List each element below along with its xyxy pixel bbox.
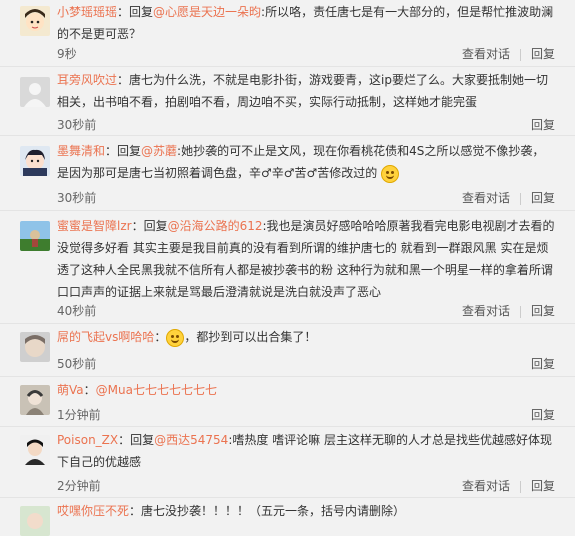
smile-emoji-icon [166, 328, 185, 347]
comment-text: 耳旁风吹过：唐七为什么洗，不就是电影扑街，游戏要青，这ip要烂了么。大家要抵制她… [57, 69, 555, 113]
avatar[interactable] [20, 221, 50, 251]
comment-prefix: ： [117, 73, 130, 87]
avatar[interactable] [20, 146, 50, 176]
comment-prefix: ：回复 [118, 433, 155, 447]
comment-username[interactable]: 萌Va [57, 383, 84, 397]
comment-item: 哎嘿你压不死：唐七没抄袭！！！！（五元一条，括号内请删除） [0, 498, 575, 536]
comment-text: 小梦瑶瑶瑶：回复@心愿是天边一朵昀:所以咯，责任唐七是有一大部分的，但是帮忙推波… [57, 1, 555, 45]
comment-username[interactable]: 墨舞清和 [57, 144, 105, 158]
comment-item: 墨舞清和：回复@苏蘑:她抄袭的可不止是文风，现在你看桃花债和4S之所以感觉不像抄… [0, 136, 575, 211]
comment-item: Poison_ZX：回复@西达54754:嗜热度 嗜评论嘛 层主这样无聊的人才总… [0, 427, 575, 498]
avatar[interactable] [20, 385, 50, 415]
comment-text: 萌Va：@Mua七七七七七七七 [57, 379, 555, 401]
comment-text: 屌的飞起vs啊哈哈： ，都抄到可以出合集了！ [57, 326, 555, 348]
reply-link[interactable]: 回复 [531, 47, 555, 61]
reply-link[interactable]: 回复 [531, 118, 555, 132]
comment-time: 9秒 [57, 47, 77, 61]
divider [519, 48, 521, 61]
comment-item: 屌的飞起vs啊哈哈： ，都抄到可以出合集了！ 50秒前 回复 [0, 324, 575, 377]
comment-content: 唐七没抄袭！！！！（五元一条，括号内请删除） [141, 504, 406, 518]
comment-time: 30秒前 [57, 118, 97, 132]
comment-prefix: ： [154, 330, 167, 344]
comment-username[interactable]: 小梦瑶瑶瑶 [57, 5, 117, 19]
comment-text: 哎嘿你压不死：唐七没抄袭！！！！（五元一条，括号内请删除） [57, 500, 555, 522]
avatar[interactable] [20, 77, 50, 107]
view-conversation-link[interactable]: 查看对话 [462, 47, 510, 61]
comment-mention[interactable]: @苏蘑 [141, 144, 177, 158]
view-conversation-link[interactable]: 查看对话 [462, 479, 510, 493]
comment-item: 萌Va：@Mua七七七七七七七 1分钟前 回复 [0, 377, 575, 427]
divider [519, 192, 521, 205]
reply-link[interactable]: 回复 [531, 191, 555, 205]
comment-username[interactable]: 蜜蜜是智障lzr [57, 219, 132, 233]
reply-link[interactable]: 回复 [531, 357, 555, 371]
comment-actions: 回复 [531, 406, 555, 423]
avatar[interactable] [20, 332, 50, 362]
reply-link[interactable]: 回复 [531, 479, 555, 493]
avatar[interactable] [20, 506, 50, 536]
comment-prefix: ：回复 [131, 219, 168, 233]
comment-content: 唐七为什么洗，不就是电影扑街，游戏要青，这ip要烂了么。大家要抵制她一切相关，出… [57, 73, 548, 109]
comment-actions: 查看对话 回复 [462, 45, 555, 62]
comment-time: 30秒前 [57, 191, 97, 205]
comment-actions: 查看对话 回复 [462, 302, 555, 319]
comment-text: Poison_ZX：回复@西达54754:嗜热度 嗜评论嘛 层主这样无聊的人才总… [57, 429, 555, 473]
divider [519, 305, 521, 318]
comment-username[interactable]: 屌的飞起vs啊哈哈 [57, 330, 154, 344]
comment-prefix: ：回复 [105, 144, 142, 158]
comment-mention[interactable]: @西达54754 [154, 433, 228, 447]
reply-link[interactable]: 回复 [531, 408, 555, 422]
comment-actions: 回复 [531, 355, 555, 372]
divider [519, 480, 521, 493]
comment-actions: 回复 [531, 116, 555, 133]
comment-time: 2分钟前 [57, 479, 101, 493]
comment-time: 40秒前 [57, 304, 97, 318]
view-conversation-link[interactable]: 查看对话 [462, 304, 510, 318]
comment-username[interactable]: 哎嘿你压不死 [57, 504, 129, 518]
avatar[interactable] [20, 435, 50, 465]
comment-username[interactable]: 耳旁风吹过 [57, 73, 117, 87]
comment-item: 小梦瑶瑶瑶：回复@心愿是天边一朵昀:所以咯，责任唐七是有一大部分的，但是帮忙推波… [0, 0, 575, 67]
smile-emoji-icon [381, 164, 400, 183]
comment-item: 蜜蜜是智障lzr：回复@沿海公路的612:我也是演员好感哈哈哈原著我看完电影电视… [0, 211, 575, 324]
comment-time: 50秒前 [57, 357, 97, 371]
comment-actions: 查看对话 回复 [462, 189, 555, 206]
comment-actions: 查看对话 回复 [462, 477, 555, 494]
comment-item: 耳旁风吹过：唐七为什么洗，不就是电影扑街，游戏要青，这ip要烂了么。大家要抵制她… [0, 67, 575, 136]
view-conversation-link[interactable]: 查看对话 [462, 191, 510, 205]
comment-text: 蜜蜜是智障lzr：回复@沿海公路的612:我也是演员好感哈哈哈原著我看完电影电视… [57, 215, 555, 303]
avatar[interactable] [20, 6, 50, 36]
reply-link[interactable]: 回复 [531, 304, 555, 318]
comment-mention[interactable]: @心愿是天边一朵昀 [153, 5, 261, 19]
comment-prefix: ： [83, 383, 96, 397]
comment-mention[interactable]: @沿海公路的612 [168, 219, 263, 233]
comment-prefix: ： [129, 504, 142, 518]
comment-username[interactable]: Poison_ZX [57, 433, 118, 447]
comment-content: ，都抄到可以出合集了！ [184, 330, 317, 344]
comment-prefix: ：回复 [117, 5, 154, 19]
comment-time: 1分钟前 [57, 408, 101, 422]
comment-text: 墨舞清和：回复@苏蘑:她抄袭的可不止是文风，现在你看桃花债和4S之所以感觉不像抄… [57, 140, 555, 184]
comment-mention[interactable]: @Mua七七七七七七七 [96, 383, 217, 397]
